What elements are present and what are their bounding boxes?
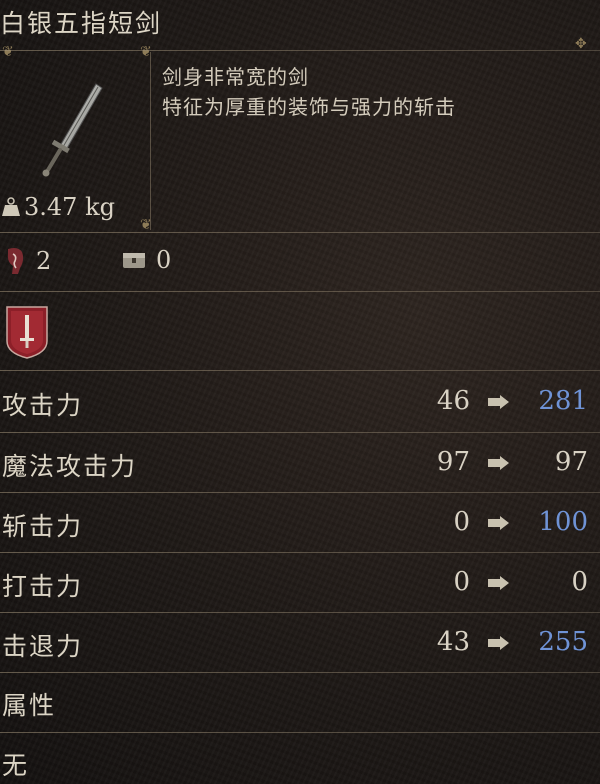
stat-row-slash: 斩击力 0 100 [0, 493, 600, 553]
divider [0, 732, 600, 733]
stat-label: 击退力 [2, 632, 84, 661]
stat-base-value: 43 [436, 627, 470, 657]
sword-emblem-icon [6, 306, 48, 359]
divider [0, 370, 600, 371]
strength-requirement-icon [7, 248, 24, 274]
stat-base-value: 0 [453, 567, 470, 597]
item-box-border [150, 52, 151, 230]
stat-row-attack: 攻击力 46 281 [0, 372, 600, 432]
weight-value: 3.47 kg [24, 193, 115, 221]
stat-label: 斩击力 [2, 512, 84, 541]
item-weight: 3.47 kg [2, 193, 115, 221]
stat-new-value: 0 [571, 567, 588, 597]
strength-requirement: 2 [4, 246, 51, 276]
item-title: 白银五指短剑 [0, 9, 163, 38]
dagger-icon[interactable] [30, 80, 120, 180]
chest-slot-icon [123, 253, 145, 268]
stat-label: 攻击力 [2, 391, 84, 420]
stat-label: 魔法攻击力 [2, 452, 138, 481]
stat-new-value: 255 [538, 627, 588, 657]
arrow-right-icon [488, 576, 509, 590]
divider [0, 50, 600, 51]
corner-ornament-icon: ❦ [2, 44, 14, 60]
slot-requirement: 0 [122, 246, 171, 274]
arrow-right-icon [488, 395, 509, 409]
stat-row-strike: 打击力 0 0 [0, 553, 600, 613]
stat-label: 打击力 [2, 572, 84, 601]
stat-row-poise-damage: 击退力 43 255 [0, 613, 600, 673]
item-description: 剑身非常宽的剑 特征为厚重的装饰与强力的斩击 [162, 62, 456, 122]
description-line: 特征为厚重的装饰与强力的斩击 [162, 95, 456, 119]
stat-base-value: 0 [453, 507, 470, 537]
stat-new-value: 100 [538, 507, 588, 537]
attribute-value: 无 [2, 751, 30, 780]
attribute-label: 属性 [2, 691, 57, 720]
arrow-right-icon [488, 516, 509, 530]
divider [0, 232, 600, 233]
divider [0, 291, 600, 292]
description-line: 剑身非常宽的剑 [162, 65, 309, 89]
stat-base-value: 97 [436, 447, 470, 477]
stat-base-value: 46 [436, 386, 470, 416]
strength-requirement-value: 2 [36, 247, 52, 275]
stat-new-value: 281 [538, 386, 588, 416]
stat-row-magic-attack: 魔法攻击力 97 97 [0, 433, 600, 493]
corner-ornament-icon: ✥ [575, 36, 587, 52]
slot-requirement-value: 0 [156, 246, 172, 274]
arrow-right-icon [488, 636, 509, 650]
arrow-right-icon [488, 456, 509, 470]
stat-new-value: 97 [554, 447, 588, 477]
weight-icon [2, 197, 20, 216]
